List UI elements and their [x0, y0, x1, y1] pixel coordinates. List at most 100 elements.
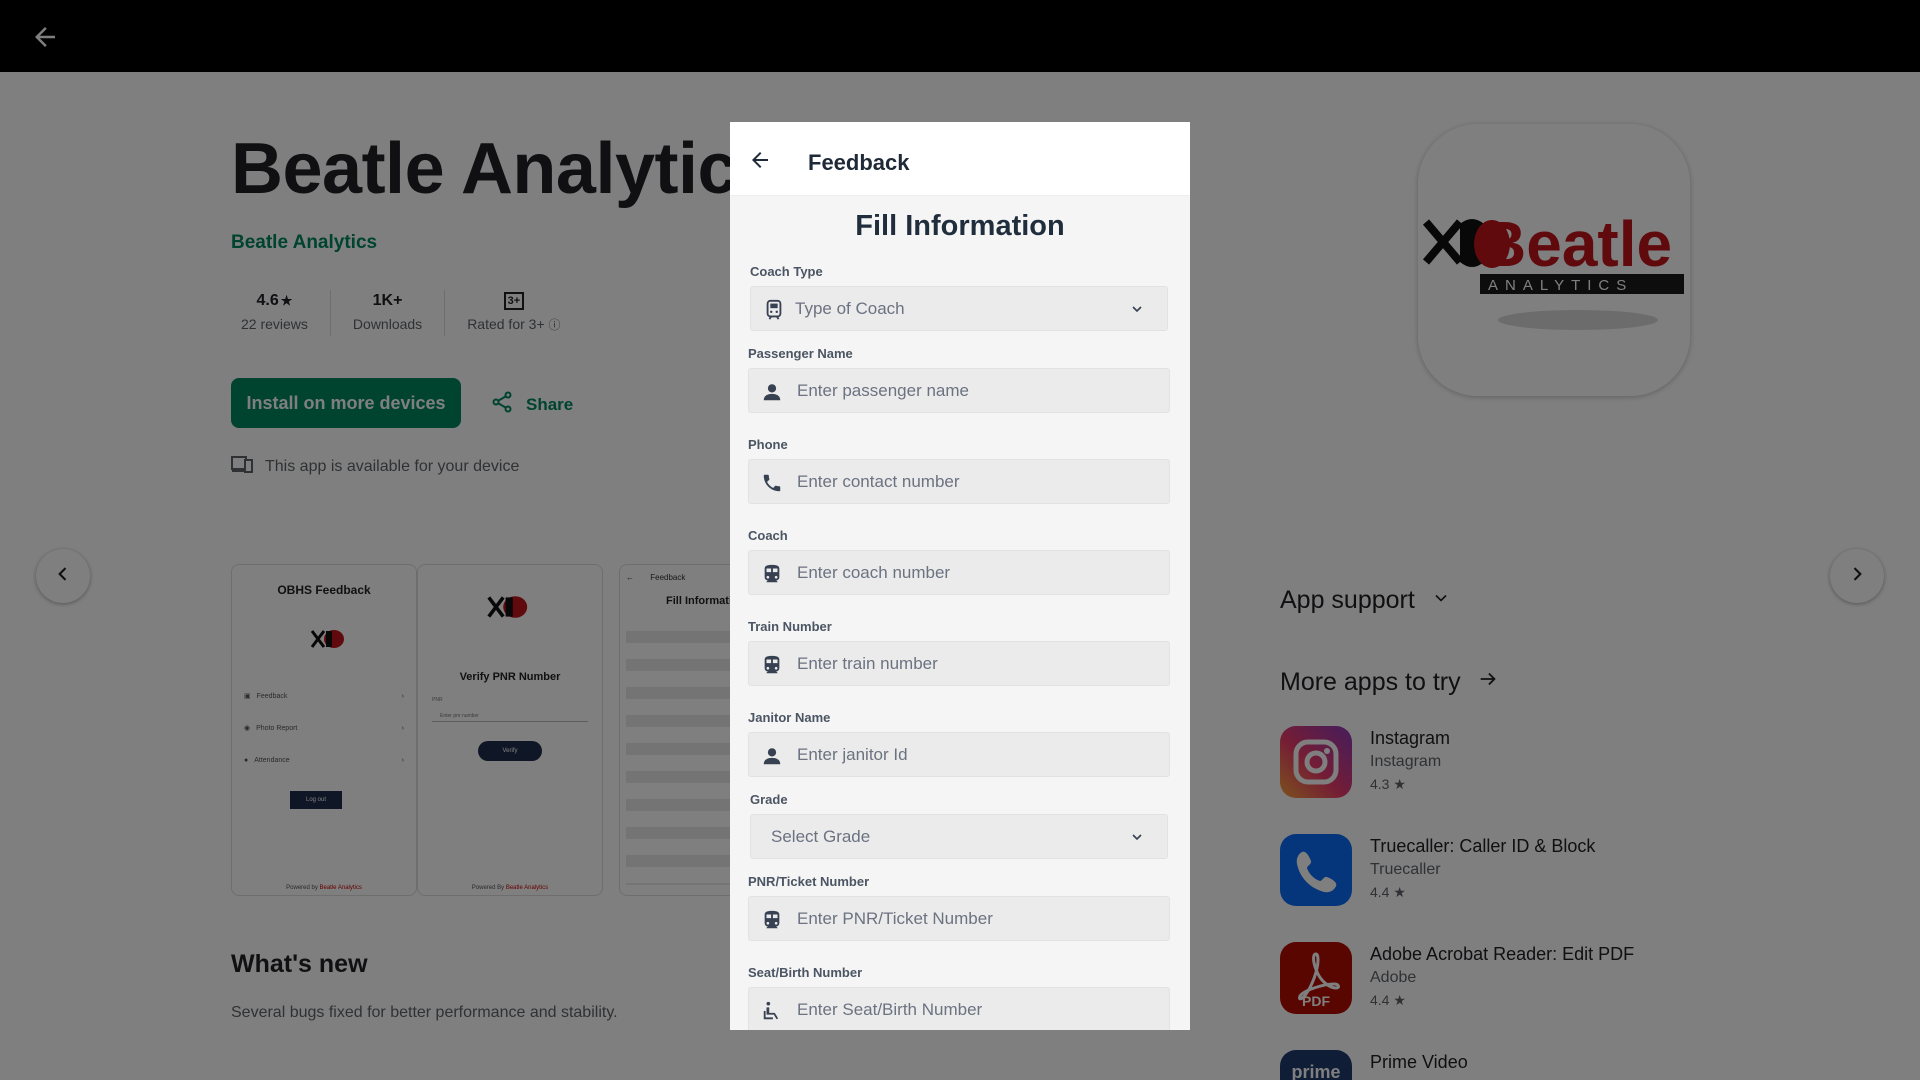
adobe-pdf-icon: PDF: [1280, 942, 1352, 1014]
phone-label: Phone: [748, 437, 788, 452]
screenshot-1[interactable]: OBHS Feedback ▣ Feedback › ◉ Photo Report › …: [231, 564, 417, 896]
form-title: Fill Information: [855, 210, 1065, 242]
prime-video-icon: prime: [1280, 1050, 1352, 1080]
app-item-truecaller[interactable]: Truecaller: Caller ID & Block Truecaller…: [1280, 834, 1680, 908]
rating-stat[interactable]: 4.6 ★ 22 reviews: [231, 290, 331, 336]
shot2-verify-button: Verify: [478, 741, 542, 761]
shot2-title: Verify PNR Number: [459, 671, 561, 683]
app-support-label: App support: [1280, 586, 1415, 614]
grade-placeholder: Select Grade: [771, 827, 871, 846]
seat-number-label: Seat/Birth Number: [748, 965, 863, 980]
arrow-left-icon: [748, 148, 772, 177]
seat-icon: [761, 1000, 783, 1022]
shot2-field-label: PNR: [432, 697, 443, 703]
whats-new-text: Several bugs fixed for better performanc…: [231, 1004, 618, 1021]
janitor-name-field: Enter janitor Id: [748, 732, 1170, 777]
feedback-title: Feedback: [808, 150, 910, 175]
phone-placeholder: Enter contact number: [797, 472, 960, 491]
shot1-item-attendance: Attendance: [254, 756, 290, 764]
app-developer: Truecaller: [1370, 861, 1441, 878]
screenshot-3[interactable]: ← Feedback Fill Informati: [619, 564, 731, 896]
train-icon: [763, 299, 785, 321]
feedback-screenshot-dialog: Feedback Fill Information Coach Type Typ…: [730, 122, 1190, 1030]
chevron-right-icon: [1847, 564, 1867, 589]
app-stats: 4.6 ★ 22 reviews 1K+ Downloads 3+ Rated f…: [231, 290, 583, 336]
chevron-down-icon: [1431, 586, 1451, 615]
info-icon: ⓘ: [548, 318, 561, 332]
rating-label: 22 reviews: [241, 316, 308, 332]
pdf-label: PDF: [1302, 993, 1330, 1009]
chevron-left-icon: [53, 564, 73, 589]
train-icon: [761, 563, 783, 585]
age-badge: 3+: [503, 292, 525, 310]
screenshot-2[interactable]: Verify PNR Number PNR Enter pnr number V…: [417, 564, 603, 896]
age-rating-stat[interactable]: 3+ Rated for 3+ ⓘ: [445, 290, 582, 336]
pnr-placeholder: Enter PNR/Ticket Number: [797, 909, 993, 928]
camera-icon: ◉: [244, 725, 251, 732]
app-rating: 4.4 ★: [1370, 884, 1406, 900]
beatle-logo-icon: [486, 595, 530, 624]
arrow-left-icon[interactable]: [30, 22, 60, 52]
developer-link[interactable]: Beatle Analytics: [231, 232, 377, 254]
devices-icon: [231, 454, 253, 479]
seat-number-field: Enter Seat/Birth Number: [748, 987, 1170, 1030]
screenshot-carousel: OBHS Feedback ▣ Feedback › ◉ Photo Report › …: [231, 564, 731, 896]
install-button[interactable]: Install on more devices: [231, 378, 461, 428]
downloads-value: 1K+: [372, 292, 403, 309]
more-apps-link[interactable]: More apps to try: [1280, 668, 1499, 697]
app-icon: Beatle ANALYTICS: [1418, 124, 1690, 396]
app-item-prime-video[interactable]: prime Prime Video: [1280, 1050, 1680, 1080]
phone-icon: [761, 472, 783, 494]
shot1-item-feedback: Feedback: [256, 692, 288, 700]
feedback-form: Fill Information Coach Type Type of Coac…: [730, 196, 1190, 1030]
passenger-name-field: Enter passenger name: [748, 368, 1170, 413]
beatle-logo-icon: [310, 629, 346, 654]
train-number-label: Train Number: [748, 619, 832, 634]
arrow-right-icon: [1477, 668, 1499, 697]
app-rating: 4.3 ★: [1370, 776, 1406, 792]
coach-placeholder: Enter coach number: [797, 563, 951, 582]
app-developer: Adobe: [1370, 969, 1417, 986]
phone-field: Enter contact number: [748, 459, 1170, 504]
shot1-footer-prefix: Powered by: [286, 885, 318, 891]
coach-field: Enter coach number: [748, 550, 1170, 595]
share-button[interactable]: Share: [490, 390, 573, 419]
app-name: Prime Video: [1370, 1052, 1468, 1072]
janitor-name-label: Janitor Name: [748, 710, 831, 725]
app-name: Truecaller: Caller ID & Block: [1370, 836, 1596, 856]
coach-type-placeholder: Type of Coach: [795, 299, 905, 318]
app-rating: 4.4 ★: [1370, 992, 1406, 1008]
app-name: Adobe Acrobat Reader: Edit PDF: [1370, 944, 1635, 964]
truecaller-icon: [1280, 834, 1352, 906]
shot2-placeholder: Enter pnr number: [440, 713, 479, 719]
top-bar: [0, 0, 1920, 72]
train-icon: [761, 909, 783, 931]
pnr-label: PNR/Ticket Number: [748, 874, 870, 889]
train-number-placeholder: Enter train number: [797, 654, 938, 673]
app-item-adobe[interactable]: PDF Adobe Acrobat Reader: Edit PDF Adobe…: [1280, 942, 1680, 1016]
app-support-toggle[interactable]: App support: [1280, 586, 1451, 615]
janitor-name-placeholder: Enter janitor Id: [797, 745, 908, 764]
passenger-name-label: Passenger Name: [748, 346, 853, 361]
rating-value: 4.6: [256, 292, 279, 309]
app-item-instagram[interactable]: Instagram Instagram 4.3 ★: [1280, 726, 1680, 800]
more-apps-label: More apps to try: [1280, 668, 1461, 696]
seat-number-placeholder: Enter Seat/Birth Number: [797, 1000, 983, 1019]
app-name: Instagram: [1370, 728, 1451, 748]
train-number-field: Enter train number: [748, 641, 1170, 686]
instagram-icon: [1280, 726, 1352, 798]
shot1-title: OBHS Feedback: [277, 583, 371, 597]
chevron-down-icon: [1129, 301, 1145, 322]
shot1-footer-brand: Beatle Analytics: [319, 885, 362, 891]
person-icon: ●: [244, 756, 249, 764]
carousel-next-button[interactable]: [1830, 549, 1884, 603]
feedback-app-bar: Feedback: [730, 122, 1190, 196]
carousel-prev-button[interactable]: [36, 549, 90, 603]
grade-select: Select Grade: [750, 814, 1168, 859]
downloads-label: Downloads: [352, 316, 423, 332]
share-icon: [490, 390, 514, 419]
device-availability: This app is available for your device: [231, 454, 519, 479]
shot2-footer-prefix: Powered By: [471, 885, 505, 891]
shot3-title: Fill Informati: [666, 595, 731, 607]
app-icon-word: Beatle: [1480, 208, 1672, 280]
